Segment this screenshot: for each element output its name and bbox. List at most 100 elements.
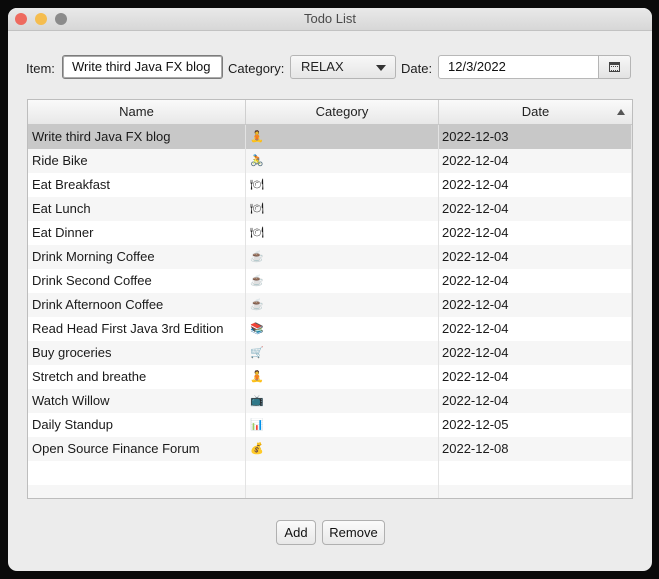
cell-name: Daily Standup <box>28 413 246 437</box>
cell-date: 2022-12-04 <box>439 245 632 269</box>
column-header-date-label: Date <box>521 104 550 119</box>
category-select-value: RELAX <box>301 59 344 74</box>
cart-icon: 🛒 <box>250 347 264 359</box>
cell-category: 🍽 <box>246 173 439 197</box>
cell-name: Buy groceries <box>28 341 246 365</box>
table-row[interactable]: Open Source Finance Forum 💰 2022-12-08 <box>28 437 632 461</box>
table-body: Write third Java FX blog 🧘 2022-12-03 Ride … <box>28 125 632 498</box>
cell-category: ☕ <box>246 293 439 317</box>
table-row[interactable]: Ride Bike 🚴 2022-12-04 <box>28 149 632 173</box>
chevron-down-icon <box>376 65 386 71</box>
window-title: Todo List <box>303 11 357 26</box>
cell-date: 2022-12-04 <box>439 317 632 341</box>
relax-icon: 🧘 <box>250 131 264 143</box>
cell-name: Drink Second Coffee <box>28 269 246 293</box>
category-select[interactable]: RELAX <box>290 55 396 79</box>
cell-date: 2022-12-04 <box>439 197 632 221</box>
add-button[interactable]: Add <box>276 520 316 545</box>
empty-table-row[interactable] <box>28 485 632 498</box>
cell-category: 📺 <box>246 389 439 413</box>
table-row[interactable]: Write third Java FX blog 🧘 2022-12-03 <box>28 125 632 149</box>
column-header-name[interactable]: Name <box>28 100 246 124</box>
cell-date: 2022-12-05 <box>439 413 632 437</box>
todo-table[interactable]: Name Category Date Write third Java FX b… <box>27 99 633 499</box>
coffee-icon: ☕ <box>250 251 264 263</box>
cell-date: 2022-12-04 <box>439 293 632 317</box>
empty-table-row[interactable] <box>28 461 632 485</box>
cell-category: ☕ <box>246 269 439 293</box>
calendar-icon <box>609 62 620 72</box>
app-window: Todo List Item: Write third Java FX blog… <box>8 8 652 571</box>
cell-category: 🧘 <box>246 365 439 389</box>
column-header-date[interactable]: Date <box>439 100 632 124</box>
cell-category: 💰 <box>246 437 439 461</box>
food-icon: 🍽 <box>250 179 264 191</box>
cell-name <box>28 485 246 498</box>
category-label: Category: <box>228 61 285 76</box>
cell-date <box>439 485 632 498</box>
cell-category: 📊 <box>246 413 439 437</box>
cell-name: Open Source Finance Forum <box>28 437 246 461</box>
cell-date: 2022-12-08 <box>439 437 632 461</box>
coffee-icon: ☕ <box>250 275 264 287</box>
date-label: Date: <box>401 61 433 76</box>
cell-category <box>246 461 439 485</box>
cell-date: 2022-12-04 <box>439 341 632 365</box>
item-input[interactable]: Write third Java FX blog <box>62 55 223 79</box>
date-input[interactable]: 12/3/2022 <box>438 55 599 79</box>
cell-name: Drink Morning Coffee <box>28 245 246 269</box>
table-row[interactable]: Drink Second Coffee ☕ 2022-12-04 <box>28 269 632 293</box>
cell-name <box>28 461 246 485</box>
food-icon: 🍽 <box>250 227 264 239</box>
cell-name: Watch Willow <box>28 389 246 413</box>
cell-category: 🧘 <box>246 125 439 149</box>
table-row[interactable]: Buy groceries 🛒 2022-12-04 <box>28 341 632 365</box>
cell-name: Eat Breakfast <box>28 173 246 197</box>
date-picker-button[interactable] <box>598 55 631 79</box>
table-row[interactable]: Drink Afternoon Coffee ☕ 2022-12-04 <box>28 293 632 317</box>
books-icon: 📚 <box>250 323 264 335</box>
cell-category: 🍽 <box>246 197 439 221</box>
item-label: Item: <box>26 61 55 76</box>
cell-date: 2022-12-04 <box>439 149 632 173</box>
cell-date: 2022-12-03 <box>439 125 632 149</box>
cell-date: 2022-12-04 <box>439 221 632 245</box>
table-row[interactable]: Eat Dinner 🍽 2022-12-04 <box>28 221 632 245</box>
cell-name: Read Head First Java 3rd Edition <box>28 317 246 341</box>
food-icon: 🍽 <box>250 203 264 215</box>
finance-icon: 💰 <box>250 443 264 455</box>
cell-category: ☕ <box>246 245 439 269</box>
table-row[interactable]: Read Head First Java 3rd Edition 📚 2022-12… <box>28 317 632 341</box>
cell-name: Eat Lunch <box>28 197 246 221</box>
table-row[interactable]: Daily Standup 📊 2022-12-05 <box>28 413 632 437</box>
cell-date: 2022-12-04 <box>439 365 632 389</box>
cell-name: Drink Afternoon Coffee <box>28 293 246 317</box>
sort-ascending-icon <box>617 109 625 115</box>
table-row[interactable]: Stretch and breathe 🧘 2022-12-04 <box>28 365 632 389</box>
chart-icon: 📊 <box>250 419 264 431</box>
cell-name: Ride Bike <box>28 149 246 173</box>
cell-name: Eat Dinner <box>28 221 246 245</box>
bike-icon: 🚴 <box>250 155 264 167</box>
cell-name: Stretch and breathe <box>28 365 246 389</box>
cell-date: 2022-12-04 <box>439 389 632 413</box>
coffee-icon: ☕ <box>250 299 264 311</box>
table-row[interactable]: Watch Willow 📺 2022-12-04 <box>28 389 632 413</box>
table-row[interactable]: Drink Morning Coffee ☕ 2022-12-04 <box>28 245 632 269</box>
remove-button[interactable]: Remove <box>322 520 385 545</box>
cell-category <box>246 485 439 498</box>
cell-date <box>439 461 632 485</box>
cell-category: 🚴 <box>246 149 439 173</box>
title-bar: Todo List <box>8 8 652 31</box>
cell-date: 2022-12-04 <box>439 269 632 293</box>
cell-category: 🛒 <box>246 341 439 365</box>
tv-icon: 📺 <box>250 395 264 407</box>
column-header-category[interactable]: Category <box>246 100 439 124</box>
cell-category: 📚 <box>246 317 439 341</box>
cell-date: 2022-12-04 <box>439 173 632 197</box>
table-row[interactable]: Eat Lunch 🍽 2022-12-04 <box>28 197 632 221</box>
cell-name: Write third Java FX blog <box>28 125 246 149</box>
cell-category: 🍽 <box>246 221 439 245</box>
table-header: Name Category Date <box>28 100 632 125</box>
table-row[interactable]: Eat Breakfast 🍽 2022-12-04 <box>28 173 632 197</box>
